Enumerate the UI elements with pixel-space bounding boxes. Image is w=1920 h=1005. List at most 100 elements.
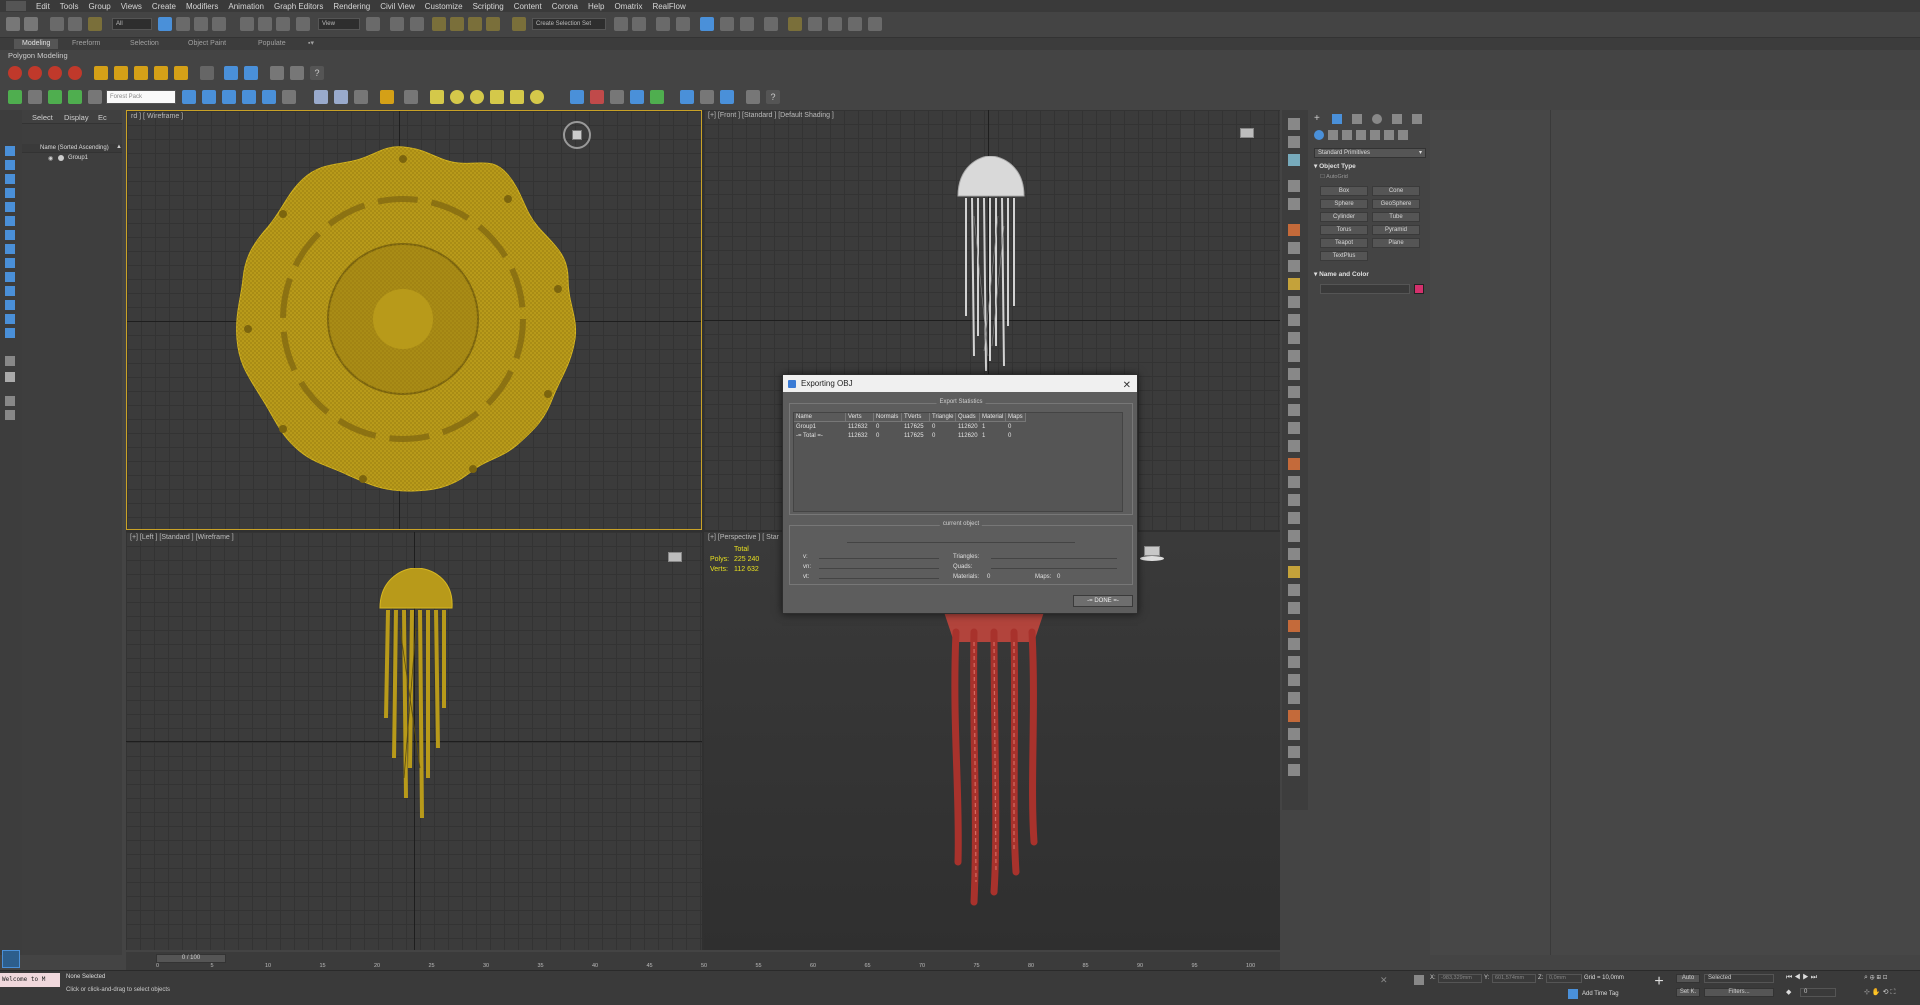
tool-icon-34[interactable] (1288, 728, 1300, 740)
y-coordinate-field[interactable]: 601,574mm (1492, 974, 1536, 983)
forest-pack-field[interactable]: Forest Pack (106, 90, 176, 104)
angle-snap-icon[interactable] (450, 17, 464, 31)
sun-icon[interactable] (470, 90, 484, 104)
tool-icon-4[interactable] (1288, 180, 1300, 192)
scatter-paint-icon[interactable] (590, 90, 604, 104)
pivot-center-icon[interactable] (366, 17, 380, 31)
material-editor-icon[interactable] (764, 17, 778, 31)
tab-selection[interactable]: Selection (122, 39, 167, 49)
corona-interactive-icon[interactable] (28, 66, 42, 80)
tool-icon-16[interactable] (1288, 404, 1300, 416)
search-icon[interactable] (680, 90, 694, 104)
select-by-name-icon[interactable] (176, 17, 190, 31)
helpers-icon[interactable] (1370, 130, 1380, 140)
panel-tool-icon[interactable] (270, 66, 284, 80)
tool-icon-21[interactable] (1288, 494, 1300, 506)
leaf-icon[interactable] (650, 90, 664, 104)
list-item[interactable]: ◉ Group1 (22, 155, 122, 164)
layer-explorer-icon[interactable] (656, 17, 670, 31)
col-header-verts[interactable]: Verts (846, 413, 874, 422)
viewport-label[interactable]: [+] [Left ] [Standard ] [Wireframe ] (130, 534, 234, 541)
material-library-icon[interactable] (610, 90, 624, 104)
display-geometry-icon[interactable] (5, 174, 15, 184)
render-elements-icon[interactable] (354, 90, 368, 104)
place-icon[interactable] (296, 17, 310, 31)
workspace-icon[interactable] (2, 950, 20, 968)
tool-icon-36[interactable] (1288, 764, 1300, 776)
percent-snap-icon[interactable] (468, 17, 482, 31)
tab-freeform[interactable]: Freeform (64, 39, 108, 49)
modify-tab-icon[interactable] (1332, 114, 1342, 124)
timeline-ruler[interactable]: 0 5 10 15 20 25 30 35 40 45 50 55 60 65 70 75 80 85 90 95 10… (156, 963, 1266, 970)
render-iterative-icon[interactable] (848, 17, 862, 31)
tab-populate[interactable]: Populate (250, 39, 294, 49)
flow-tool-icon[interactable] (244, 66, 258, 80)
scene-tab-display[interactable]: Display (64, 113, 89, 122)
scene-explorer-icon[interactable] (700, 17, 714, 31)
viewport-label[interactable]: rd ] [ Wireframe ] (131, 113, 183, 120)
light-mix-icon[interactable] (380, 90, 394, 104)
table-tool-icon[interactable] (88, 90, 102, 104)
reference-coord-dropdown[interactable]: View (318, 18, 360, 30)
light-bulb-icon[interactable] (282, 90, 296, 104)
col-header-maps[interactable]: Maps (1006, 413, 1026, 422)
render-cloud-icon[interactable] (868, 17, 882, 31)
unlink-icon[interactable] (68, 17, 82, 31)
menu-views[interactable]: Views (121, 2, 142, 11)
display-cameras-icon[interactable] (5, 216, 15, 226)
tool-icon-30[interactable] (1288, 656, 1300, 668)
display-influences-icon[interactable] (5, 372, 15, 382)
systems-icon[interactable] (1398, 130, 1408, 140)
sphere-light-icon[interactable] (450, 90, 464, 104)
hierarchy-tab-icon[interactable] (1352, 114, 1362, 124)
help-icon[interactable]: ? (310, 66, 324, 80)
menu-rendering[interactable]: Rendering (333, 2, 370, 11)
close-icon[interactable]: ✕ (1123, 377, 1131, 394)
create-tab-icon[interactable]: + (1314, 114, 1324, 124)
tool-icon-27[interactable] (1288, 602, 1300, 614)
teapot-button[interactable]: Teapot (1320, 238, 1368, 248)
menu-scripting[interactable]: Scripting (473, 2, 504, 11)
viewport-nav-controls-2[interactable]: ⊹✋⟲⛶ (1864, 988, 1897, 997)
viewcube-front[interactable] (1240, 128, 1254, 138)
timeline[interactable]: 0 / 100 0 5 10 15 20 25 30 35 40 45 50 55 60 65 70 75 80… (126, 952, 1280, 970)
tool-icon-32[interactable] (1288, 692, 1300, 704)
auto-key-button[interactable]: Auto (1676, 974, 1700, 983)
snap-3d-icon[interactable] (432, 17, 446, 31)
playback-controls[interactable]: ⏮◀▶⏭ (1786, 974, 1819, 982)
add-time-tag[interactable]: Add Time Tag (1582, 991, 1619, 997)
corona-vfb-icon[interactable] (68, 66, 82, 80)
tool-icon-1[interactable] (1288, 118, 1300, 130)
col-header-tverts[interactable]: TVerts (902, 413, 930, 422)
menu-animation[interactable]: Animation (228, 2, 264, 11)
stats-icon[interactable] (746, 90, 760, 104)
viewport-top[interactable]: rd ] [ Wireframe ] (126, 110, 702, 530)
tool-icon-23[interactable] (1288, 530, 1300, 542)
tube-button[interactable]: Tube (1372, 212, 1420, 222)
sky-tool-icon[interactable] (314, 90, 328, 104)
utilities-tab-icon[interactable] (1412, 114, 1422, 124)
mirror-icon[interactable] (614, 17, 628, 31)
menu-customize[interactable]: Customize (425, 2, 463, 11)
geosphere-button[interactable]: GeoSphere (1372, 199, 1420, 209)
cylinder-button[interactable]: Cylinder (1320, 212, 1368, 222)
column-header-name[interactable]: Name (Sorted Ascending) (40, 145, 109, 151)
menu-group[interactable]: Group (88, 2, 110, 11)
menu-corona[interactable]: Corona (552, 2, 578, 11)
rect-selection-icon[interactable] (194, 17, 208, 31)
grid-tool-icon[interactable] (700, 90, 714, 104)
tool-icon-25[interactable] (1288, 566, 1300, 578)
light-tool-icon[interactable] (134, 66, 148, 80)
render-production-icon[interactable] (828, 17, 842, 31)
col-header-normals[interactable]: Normals (874, 413, 902, 422)
redo-icon[interactable] (24, 17, 38, 31)
scene-tool-3-icon[interactable] (222, 90, 236, 104)
ribbon-options-icon[interactable]: ▪▾ (300, 39, 322, 49)
col-header-triangle[interactable]: Triangle (930, 413, 956, 422)
viewport-left[interactable]: [+] [Left ] [Standard ] [Wireframe ] (126, 532, 702, 950)
window-crossing-icon[interactable] (212, 17, 226, 31)
paint-brush-icon[interactable] (28, 90, 42, 104)
shapes-icon[interactable] (1328, 130, 1338, 140)
scene-tool-4-icon[interactable] (242, 90, 256, 104)
object-paint-icon[interactable] (8, 90, 22, 104)
